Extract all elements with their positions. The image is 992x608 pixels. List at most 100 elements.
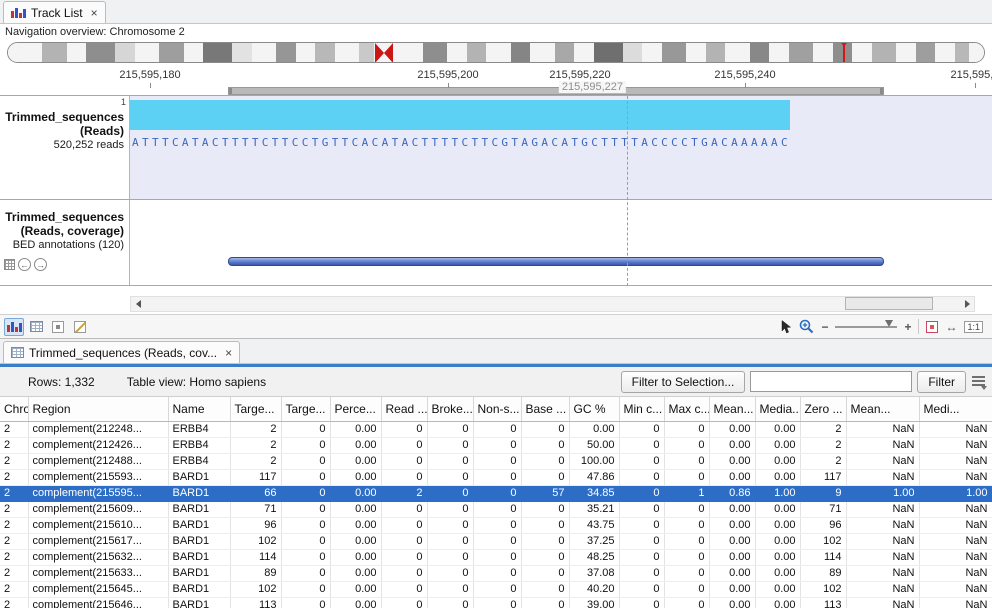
chromosome-ideogram[interactable]: [7, 42, 985, 63]
read-coverage-bar[interactable]: [130, 100, 790, 130]
table-cell: 0: [427, 565, 473, 581]
horizontal-scrollbar[interactable]: [0, 294, 992, 314]
column-header[interactable]: Perce...: [330, 397, 381, 421]
table-cell: NaN: [919, 565, 992, 581]
column-header[interactable]: Media...: [755, 397, 800, 421]
chromosome-band: [896, 43, 916, 62]
table-cell: 0: [521, 501, 569, 517]
zoom-out-icon[interactable]: −: [821, 320, 828, 334]
table-cell: 0: [521, 453, 569, 469]
chromosome-band: [725, 43, 749, 62]
table-cell: 0: [281, 549, 330, 565]
table-cell: 0.00: [709, 437, 755, 453]
column-header[interactable]: Targe...: [230, 397, 281, 421]
table-cell: 0: [521, 581, 569, 597]
table-view-button[interactable]: [26, 318, 46, 336]
edit-view-button[interactable]: [70, 318, 90, 336]
table-row[interactable]: 2complement(215593...BARD111700.00000047…: [0, 469, 992, 485]
position-dashed-line: [627, 96, 628, 286]
split-view-button[interactable]: [48, 318, 68, 336]
zoom-in-icon[interactable]: [799, 319, 814, 334]
tab-track-list[interactable]: Track List ×: [3, 1, 106, 23]
next-annotation-icon[interactable]: →: [34, 258, 47, 271]
fit-width-icon[interactable]: ↔: [945, 320, 957, 334]
table-cell: 0.00: [330, 565, 381, 581]
column-header[interactable]: Broke...: [427, 397, 473, 421]
column-header[interactable]: Region: [28, 397, 168, 421]
column-header[interactable]: Read ...: [381, 397, 427, 421]
table-cell: 57: [521, 485, 569, 501]
column-header[interactable]: Mean...: [709, 397, 755, 421]
pointer-icon[interactable]: [780, 320, 792, 334]
filter-input[interactable]: [750, 371, 912, 392]
zoom-selection-icon[interactable]: [926, 321, 938, 333]
column-header[interactable]: GC %: [569, 397, 619, 421]
table-row[interactable]: 2complement(215595...BARD16600.002005734…: [0, 485, 992, 501]
table-cell: 102: [230, 581, 281, 597]
chromosome-band: [315, 43, 335, 62]
table-row[interactable]: 2complement(212488...ERBB4200.000000100.…: [0, 453, 992, 469]
tab-table-label: Trimmed_sequences (Reads, cov...: [29, 346, 217, 360]
position-ruler: 215,595,227 215,595,180215,595,200215,59…: [0, 66, 992, 96]
reads-track-content[interactable]: ATTTCATACTTTTCTTCCTGTTCACATACTTTTCTTCGTA…: [130, 96, 992, 199]
column-header[interactable]: Max c...: [664, 397, 709, 421]
table-row[interactable]: 2complement(215633...BARD18900.00000037.…: [0, 565, 992, 581]
table-cell: BARD1: [168, 549, 230, 565]
table-row[interactable]: 2complement(215617...BARD110200.00000037…: [0, 533, 992, 549]
table-row[interactable]: 2complement(215645...BARD110200.00000040…: [0, 581, 992, 597]
column-header[interactable]: Name: [168, 397, 230, 421]
visible-range-bar[interactable]: [228, 87, 884, 95]
filter-to-selection-button[interactable]: Filter to Selection...: [621, 371, 746, 393]
zoom-in-plus-icon[interactable]: +: [904, 320, 911, 334]
one-to-one-zoom-icon[interactable]: 1:1: [964, 321, 983, 333]
table-row[interactable]: 2complement(212248...ERBB4200.0000000.00…: [0, 421, 992, 437]
table-cell: 0: [427, 421, 473, 437]
table-cell: 0: [281, 485, 330, 501]
table-cell: 0.00: [330, 485, 381, 501]
filter-button[interactable]: Filter: [917, 371, 966, 393]
column-header[interactable]: Non-s...: [473, 397, 521, 421]
zoom-slider-handle[interactable]: [885, 320, 893, 327]
scrollbar-thumb[interactable]: [845, 297, 933, 310]
scroll-right-icon[interactable]: [965, 300, 970, 308]
scroll-left-icon[interactable]: [136, 300, 141, 308]
table-cell: 0: [473, 517, 521, 533]
table-cell: 0: [619, 517, 664, 533]
table-cell: 40.20: [569, 581, 619, 597]
table-row[interactable]: 2complement(215609...BARD17100.00000035.…: [0, 501, 992, 517]
table-cell: 0: [381, 549, 427, 565]
table-row[interactable]: 2complement(215610...BARD19600.00000043.…: [0, 517, 992, 533]
column-header[interactable]: Base ...: [521, 397, 569, 421]
column-header[interactable]: Mean...: [846, 397, 919, 421]
table-cell: 0: [619, 469, 664, 485]
table-cell: 0.00: [330, 597, 381, 608]
table-cell: 0: [521, 469, 569, 485]
column-header[interactable]: Chro...: [0, 397, 28, 421]
tab-table-view[interactable]: Trimmed_sequences (Reads, cov... ×: [3, 341, 240, 363]
navigation-overview-label: Navigation overview: Chromosome 2: [0, 24, 992, 40]
table-cell: 0: [664, 437, 709, 453]
column-header[interactable]: Targe...: [281, 397, 330, 421]
annotation-table-icon[interactable]: [4, 259, 15, 270]
table-row[interactable]: 2complement(215632...BARD111400.00000048…: [0, 549, 992, 565]
filter-menu-icon[interactable]: [971, 375, 986, 389]
chromosome-band: [706, 43, 726, 62]
prev-annotation-icon[interactable]: ←: [18, 258, 31, 271]
zoom-slider[interactable]: [835, 326, 897, 328]
column-header[interactable]: Min c...: [619, 397, 664, 421]
bed-annotation-bar[interactable]: [228, 257, 884, 266]
table-row[interactable]: 2complement(215646...BARD111300.00000039…: [0, 597, 992, 608]
table-cell: 0: [281, 453, 330, 469]
column-header[interactable]: Medi...: [919, 397, 992, 421]
coverage-track-content[interactable]: [130, 200, 992, 285]
table-cell: 0.00: [709, 453, 755, 469]
table-tab-close-icon[interactable]: ×: [225, 346, 232, 360]
table-row[interactable]: 2complement(212426...ERBB4200.00000050.0…: [0, 437, 992, 453]
table-cell: BARD1: [168, 597, 230, 608]
table-cell: 113: [800, 597, 846, 608]
table-cell: 0.00: [755, 533, 800, 549]
track-view-button[interactable]: [4, 318, 24, 336]
tab-close-icon[interactable]: ×: [91, 6, 98, 20]
column-header[interactable]: Zero ...: [800, 397, 846, 421]
chromosome-band: [813, 43, 833, 62]
